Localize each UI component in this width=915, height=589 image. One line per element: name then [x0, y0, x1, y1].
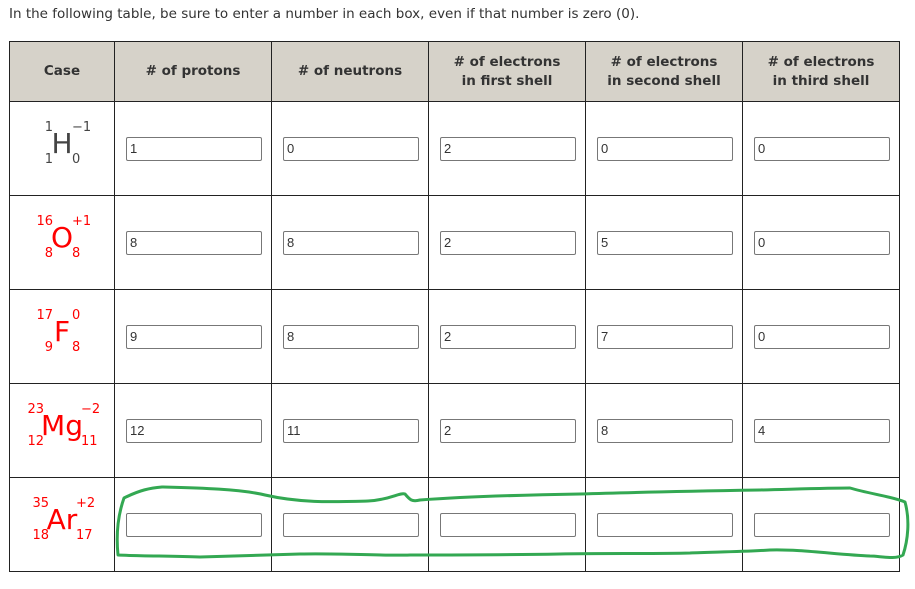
- header-second-shell: # of electrons in second shell: [585, 41, 743, 102]
- third-shell-cell: [742, 195, 900, 290]
- header-label-line1: # of electrons: [453, 53, 561, 70]
- table-row: 16 8 O +1 8: [9, 195, 900, 290]
- first-shell-cell: [428, 101, 586, 196]
- neutrons-input[interactable]: [283, 512, 419, 537]
- header-label-line2: in second shell: [607, 72, 721, 89]
- header-neutrons: # of neutrons: [271, 41, 429, 102]
- first-shell-input[interactable]: [440, 512, 576, 537]
- header-label-line2: in third shell: [772, 72, 870, 89]
- neutron-subscript: 11: [81, 433, 98, 449]
- charge: −2: [81, 401, 101, 417]
- first-shell-input[interactable]: [440, 230, 576, 255]
- header-first-shell: # of electrons in first shell: [428, 41, 586, 102]
- protons-input[interactable]: [126, 136, 262, 161]
- neutrons-input[interactable]: [283, 418, 419, 443]
- table-row: 1 1 H −1 0: [9, 101, 900, 196]
- header-label: Case: [43, 63, 81, 79]
- case-cell: 1 1 H −1 0: [9, 101, 115, 196]
- first-shell-cell: [428, 195, 586, 290]
- third-shell-input[interactable]: [754, 512, 890, 537]
- table-row: 23 12 Mg −2 11: [9, 383, 900, 478]
- header-label-line1: # of electrons: [767, 53, 875, 70]
- table-row: 35 18 Ar +2 17: [9, 477, 900, 572]
- first-shell-cell: [428, 289, 586, 384]
- neutrons-input[interactable]: [283, 136, 419, 161]
- second-shell-cell: [585, 477, 743, 572]
- header-third-shell: # of electrons in third shell: [742, 41, 900, 102]
- neutrons-cell: [271, 477, 429, 572]
- second-shell-cell: [585, 101, 743, 196]
- first-shell-cell: [428, 477, 586, 572]
- instruction-text: In the following table, be sure to enter…: [9, 6, 640, 22]
- isotope-notation: 17 9 F 0 8: [17, 305, 107, 365]
- charge: 0: [72, 307, 81, 323]
- case-cell: 23 12 Mg −2 11: [9, 383, 115, 478]
- header-label: # of neutrons: [297, 63, 403, 79]
- third-shell-cell: [742, 383, 900, 478]
- case-cell: 16 8 O +1 8: [9, 195, 115, 290]
- protons-input[interactable]: [126, 512, 262, 537]
- protons-input[interactable]: [126, 230, 262, 255]
- protons-input[interactable]: [126, 324, 262, 349]
- protons-cell: [114, 383, 272, 478]
- header-label: # of protons: [145, 63, 241, 79]
- protons-cell: [114, 195, 272, 290]
- first-shell-input[interactable]: [440, 324, 576, 349]
- first-shell-input[interactable]: [440, 136, 576, 161]
- second-shell-input[interactable]: [597, 418, 733, 443]
- first-shell-cell: [428, 383, 586, 478]
- third-shell-cell: [742, 101, 900, 196]
- charge: +1: [72, 213, 92, 229]
- charge: −1: [72, 119, 92, 135]
- isotope-notation: 35 18 Ar +2 17: [17, 493, 107, 553]
- case-cell: 17 9 F 0 8: [9, 289, 115, 384]
- protons-input[interactable]: [126, 418, 262, 443]
- second-shell-cell: [585, 383, 743, 478]
- isotope-notation: 1 1 H −1 0: [17, 117, 107, 177]
- case-cell: 35 18 Ar +2 17: [9, 477, 115, 572]
- neutron-subscript: 8: [72, 245, 81, 261]
- third-shell-input[interactable]: [754, 324, 890, 349]
- isotope-notation: 16 8 O +1 8: [17, 211, 107, 271]
- element-symbol: O: [50, 220, 74, 254]
- second-shell-cell: [585, 289, 743, 384]
- header-label-line1: # of electrons: [610, 53, 718, 70]
- third-shell-cell: [742, 289, 900, 384]
- neutrons-input[interactable]: [283, 324, 419, 349]
- neutrons-cell: [271, 101, 429, 196]
- second-shell-input[interactable]: [597, 324, 733, 349]
- third-shell-input[interactable]: [754, 230, 890, 255]
- neutrons-input[interactable]: [283, 230, 419, 255]
- charge: +2: [76, 495, 96, 511]
- element-symbol: H: [51, 126, 73, 160]
- neutrons-cell: [271, 383, 429, 478]
- neutron-subscript: 8: [72, 339, 81, 355]
- header-case: Case: [9, 41, 115, 102]
- header-row: Case # of protons # of neutrons # of ele…: [9, 41, 900, 102]
- element-symbol: F: [53, 314, 71, 348]
- table-row: 17 9 F 0 8: [9, 289, 900, 384]
- second-shell-input[interactable]: [597, 136, 733, 161]
- isotope-notation: 23 12 Mg −2 11: [17, 399, 107, 459]
- second-shell-cell: [585, 195, 743, 290]
- protons-cell: [114, 289, 272, 384]
- neutron-subscript: 17: [76, 527, 93, 543]
- neutrons-cell: [271, 289, 429, 384]
- protons-cell: [114, 477, 272, 572]
- header-label-line2: in first shell: [461, 72, 553, 89]
- atoms-table: Case # of protons # of neutrons # of ele…: [9, 41, 900, 572]
- third-shell-cell: [742, 477, 900, 572]
- second-shell-input[interactable]: [597, 230, 733, 255]
- third-shell-input[interactable]: [754, 136, 890, 161]
- protons-cell: [114, 101, 272, 196]
- first-shell-input[interactable]: [440, 418, 576, 443]
- neutrons-cell: [271, 195, 429, 290]
- neutron-subscript: 0: [72, 151, 81, 167]
- third-shell-input[interactable]: [754, 418, 890, 443]
- header-protons: # of protons: [114, 41, 272, 102]
- second-shell-input[interactable]: [597, 512, 733, 537]
